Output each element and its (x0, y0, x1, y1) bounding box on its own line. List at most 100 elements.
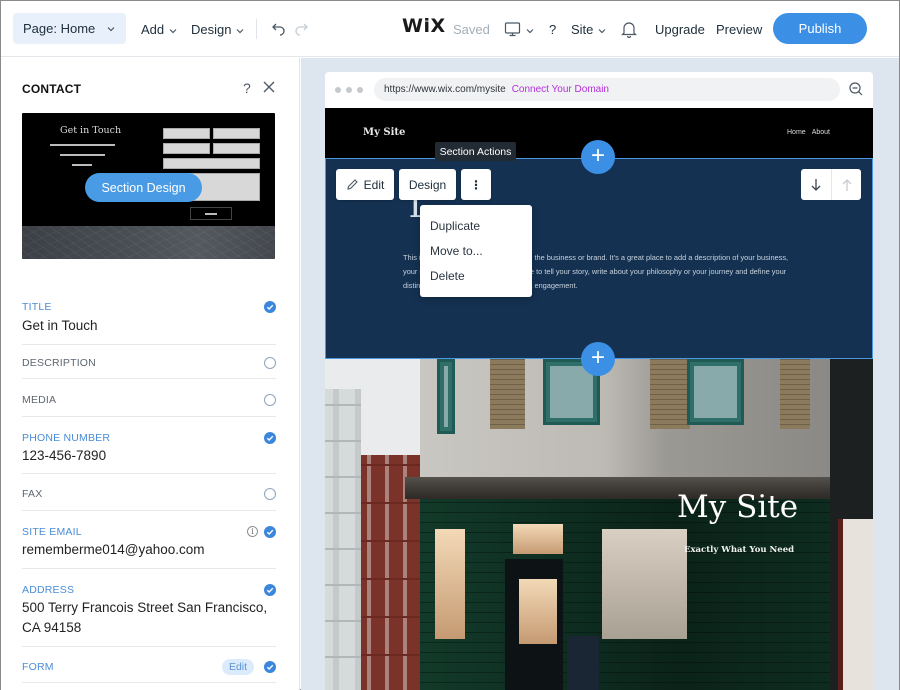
site-menu-label: Site (571, 21, 594, 37)
field-site-email[interactable]: SITE EMAIL i rememberme014@yahoo.com (22, 511, 276, 569)
thumbnail-text-line (50, 144, 115, 146)
preview-link[interactable]: Preview (716, 1, 762, 57)
section-edit-button[interactable]: Edit (336, 169, 394, 200)
chevron-down-icon (235, 24, 245, 34)
thumbnail-heading: Get in Touch (60, 125, 122, 136)
saved-status: Saved (453, 21, 490, 37)
add-section-button[interactable]: + (581, 342, 615, 376)
section-move-buttons (801, 169, 861, 200)
checked-icon[interactable] (264, 584, 276, 596)
hero-image-window (687, 359, 744, 425)
add-section-button[interactable]: + (581, 140, 615, 174)
form-edit-button[interactable]: Edit (222, 659, 254, 675)
field-address[interactable]: ADDRESS 500 Terry Francois Street San Fr… (22, 569, 276, 647)
panel-help-button[interactable]: ? (243, 80, 251, 96)
field-label: DESCRIPTION (22, 357, 96, 369)
thumbnail-map (22, 226, 275, 259)
design-menu-label: Design (191, 21, 232, 37)
hero-image-building (830, 359, 873, 690)
hero-image-door-window (519, 579, 557, 644)
checked-icon[interactable] (264, 661, 276, 673)
field-media[interactable]: MEDIA (22, 379, 276, 417)
hero-section[interactable]: My Site Exactly What You Need (325, 359, 873, 690)
field-label: ADDRESS (22, 584, 75, 596)
field-label: TITLE (22, 301, 52, 313)
design-menu[interactable]: Design (191, 1, 245, 57)
field-fax[interactable]: FAX (22, 474, 276, 511)
checked-icon[interactable] (264, 301, 276, 313)
hero-image-brick (490, 359, 525, 429)
thumbnail-text-line (72, 164, 92, 166)
panel-title: CONTACT (22, 82, 82, 96)
hero-image-window (437, 359, 455, 434)
field-label: FAX (22, 488, 43, 500)
close-icon[interactable] (263, 81, 275, 93)
thumbnail-field (213, 143, 260, 154)
desktop-icon (504, 22, 521, 37)
page-selector[interactable]: Page: Home (13, 13, 126, 44)
menu-item-delete[interactable]: Delete (420, 263, 532, 288)
browser-bar: https://www.wix.com/mysite Connect Your … (325, 72, 873, 108)
add-menu[interactable]: Add (141, 1, 178, 57)
menu-item-move-to[interactable]: Move to... (420, 238, 532, 263)
page-selector-label: Page: Home (23, 21, 96, 36)
info-icon[interactable]: i (247, 526, 258, 537)
thumbnail-submit (190, 207, 232, 220)
publish-button[interactable]: Publish (773, 13, 867, 44)
hero-image-building (420, 359, 830, 484)
hero-image-sign (567, 636, 599, 690)
move-section-up-button[interactable] (831, 169, 861, 200)
section-design-thumbnail[interactable]: Get in Touch Section Design (22, 113, 275, 259)
undo-icon (272, 23, 285, 36)
thumbnail-field (163, 158, 260, 169)
arrow-down-icon (811, 178, 821, 191)
thumbnail-field (213, 128, 260, 139)
toolbar-divider (256, 19, 257, 39)
move-section-down-button[interactable] (801, 169, 831, 200)
zoom-out-icon[interactable] (849, 82, 863, 96)
site-url: https://www.wix.com/mysite (384, 84, 506, 95)
undo-button[interactable] (271, 1, 287, 57)
hero-image-window (513, 524, 563, 554)
unchecked-icon[interactable] (264, 394, 276, 406)
nav-item-home[interactable]: Home (787, 129, 806, 136)
wix-logo: WiX (402, 15, 446, 37)
section-edit-label: Edit (363, 177, 385, 192)
hero-image-building (325, 389, 361, 690)
field-value: rememberme014@yahoo.com (22, 542, 205, 557)
connect-domain-link[interactable]: Connect Your Domain (512, 84, 609, 95)
chevron-down-icon (106, 22, 116, 32)
section-design-button[interactable]: Section Design (85, 173, 202, 202)
thumbnail-field (163, 128, 210, 139)
menu-item-duplicate[interactable]: Duplicate (420, 213, 532, 238)
upgrade-link[interactable]: Upgrade (655, 1, 705, 57)
hero-title: My Site (677, 489, 799, 525)
field-description[interactable]: DESCRIPTION (22, 345, 276, 379)
nav-item-about[interactable]: About (812, 129, 830, 136)
help-button[interactable]: ? (549, 1, 556, 57)
field-phone-number[interactable]: PHONE NUMBER 123-456-7890 (22, 417, 276, 474)
redo-button[interactable] (293, 1, 309, 57)
field-form[interactable]: FORM Edit (22, 647, 276, 683)
section-more-button[interactable]: ⋮ (461, 169, 491, 200)
checked-icon[interactable] (264, 526, 276, 538)
section-actions-tooltip: Section Actions (435, 142, 516, 161)
add-menu-label: Add (141, 21, 165, 37)
notifications-button[interactable] (621, 1, 637, 57)
field-list: TITLE Get in Touch DESCRIPTION MEDIA PHO… (22, 282, 276, 683)
top-bar: Page: Home Add Design WiX Saved ? Site U… (1, 1, 899, 57)
site-menu[interactable]: Site (571, 1, 607, 57)
url-bar: https://www.wix.com/mysite Connect Your … (374, 78, 840, 101)
field-value: 500 Terry Francois Street San Francisco,… (22, 600, 268, 635)
device-switcher[interactable] (504, 1, 535, 57)
thumbnail-text-line (60, 154, 105, 156)
hero-image-brick (780, 359, 810, 429)
bell-icon (621, 22, 637, 38)
field-title[interactable]: TITLE Get in Touch (22, 282, 276, 345)
chevron-down-icon (597, 24, 607, 34)
hero-image-window (435, 529, 465, 639)
unchecked-icon[interactable] (264, 357, 276, 369)
section-design-toolbar-button[interactable]: Design (399, 169, 456, 200)
unchecked-icon[interactable] (264, 488, 276, 500)
checked-icon[interactable] (264, 432, 276, 444)
